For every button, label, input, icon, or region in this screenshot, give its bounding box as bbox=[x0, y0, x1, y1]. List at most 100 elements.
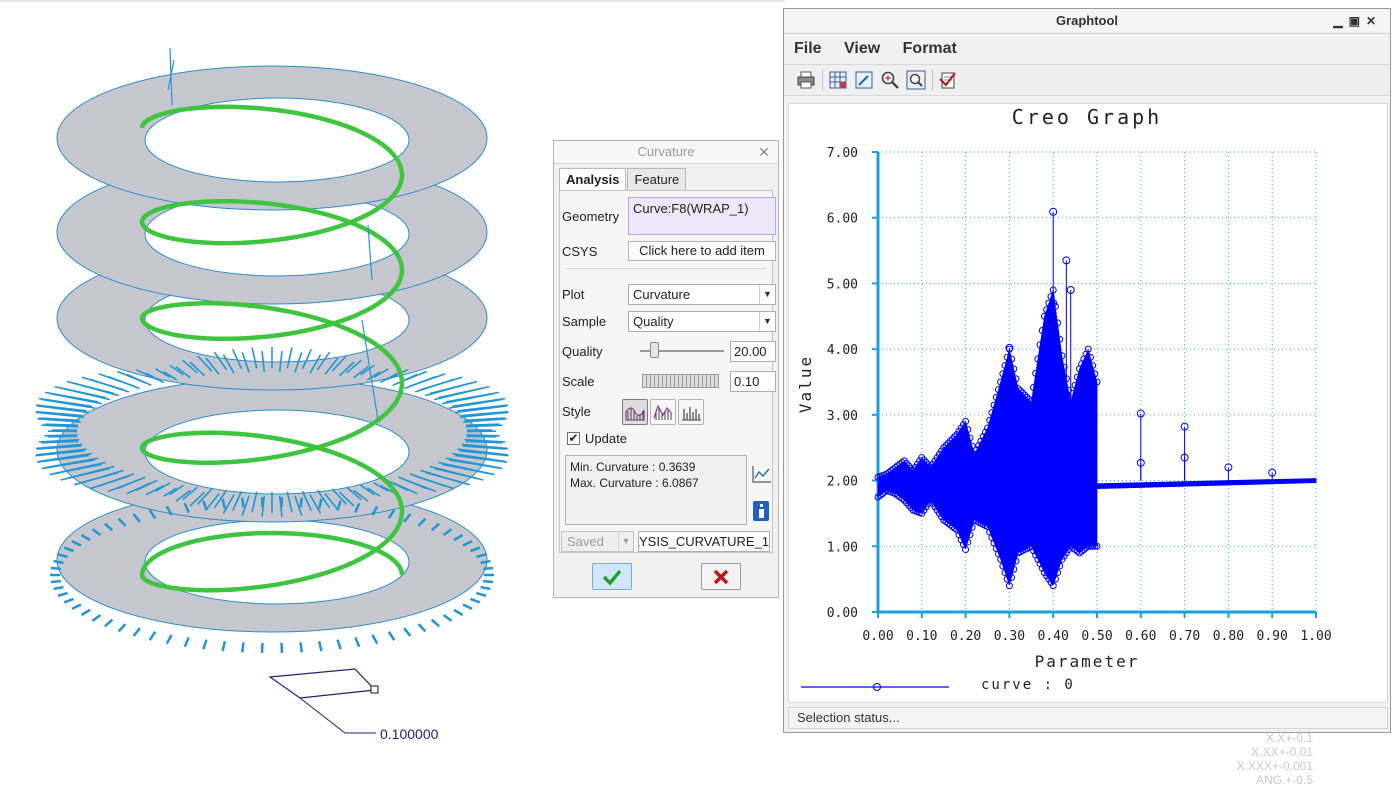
scale-thumbwheel[interactable] bbox=[642, 374, 719, 388]
menubar: File View Format bbox=[784, 34, 1390, 64]
grid-icon[interactable] bbox=[828, 70, 848, 90]
style-label: Style bbox=[562, 404, 591, 419]
curvature-comb-spike bbox=[36, 405, 90, 414]
curvature-dialog: Curvature ✕ Analysis Feature Geometry Cu… bbox=[553, 140, 779, 598]
plot-select-value: Curvature bbox=[633, 287, 691, 302]
tolerance-4: ANG.+-0.5 bbox=[1255, 773, 1313, 787]
tolerance-3: X.XXX+-0.001 bbox=[1236, 759, 1313, 773]
dialog-titlebar[interactable]: Curvature ✕ bbox=[554, 141, 778, 164]
dimension-leader bbox=[299, 697, 376, 734]
quality-input[interactable]: 20.00 bbox=[730, 341, 776, 362]
ok-button[interactable] bbox=[592, 563, 632, 590]
x-tick-label: 0.60 bbox=[1125, 629, 1156, 644]
dialog-tabs: Analysis Feature bbox=[559, 168, 687, 192]
scale-input[interactable]: 0.10 bbox=[730, 371, 776, 392]
y-tick-label: 3.00 bbox=[827, 409, 858, 424]
graph-title: Creo Graph bbox=[1012, 105, 1162, 129]
curvature-comb-spike bbox=[466, 434, 500, 437]
curvature-comb-spike bbox=[470, 597, 481, 604]
curvature-comb-spike bbox=[317, 641, 323, 652]
cancel-button[interactable] bbox=[701, 563, 741, 590]
min-curvature: Min. Curvature : 0.3639 bbox=[570, 460, 696, 474]
print-icon[interactable] bbox=[796, 70, 816, 90]
update-checkbox[interactable]: ✔ bbox=[567, 432, 580, 445]
plot-select[interactable]: Curvature ▼ bbox=[628, 284, 776, 305]
y-tick-label: 1.00 bbox=[827, 540, 858, 555]
export-icon[interactable] bbox=[938, 70, 958, 90]
style-filled-button[interactable] bbox=[622, 399, 648, 425]
curvature-comb-spike bbox=[53, 559, 64, 565]
curvature-comb-spike bbox=[132, 627, 141, 637]
chevron-down-icon[interactable]: ▼ bbox=[759, 312, 775, 331]
curvature-comb-spike bbox=[53, 585, 64, 591]
tab-analysis[interactable]: Analysis bbox=[559, 168, 627, 192]
geometry-label: Geometry bbox=[562, 209, 620, 224]
axis-format-icon[interactable] bbox=[854, 70, 874, 90]
curvature-comb-spike bbox=[240, 497, 245, 508]
zoom-in-icon[interactable] bbox=[880, 70, 900, 90]
curve-series-dense bbox=[877, 289, 1098, 586]
style-outline-button[interactable] bbox=[650, 399, 676, 425]
analysis-panel: Geometry Curve:F8(WRAP_1) CSYS Click her… bbox=[559, 190, 776, 553]
plot-label: Plot bbox=[562, 287, 585, 302]
x-tick-label: 0.10 bbox=[906, 629, 937, 644]
minimize-icon[interactable]: ▁ bbox=[1333, 14, 1348, 28]
results-box: Min. Curvature : 0.3639 Max. Curvature :… bbox=[565, 455, 747, 525]
curvature-comb-spike bbox=[483, 566, 494, 571]
menu-file[interactable]: File bbox=[794, 40, 822, 57]
window-controls: ▁▣✕ bbox=[1333, 9, 1382, 33]
update-label: Update bbox=[585, 431, 627, 446]
menu-format[interactable]: Format bbox=[903, 40, 957, 57]
sample-select[interactable]: Quality ▼ bbox=[628, 311, 776, 332]
saved-select[interactable]: Saved ▼ bbox=[561, 531, 634, 552]
info-icon[interactable] bbox=[752, 500, 770, 525]
curvature-comb-spike bbox=[462, 603, 473, 610]
x-tick-label: 0.20 bbox=[950, 629, 981, 644]
x-tick-label: 1.00 bbox=[1300, 629, 1331, 644]
legend-label: curve : 0 bbox=[981, 677, 1075, 693]
tolerance-2: X.XX+-0.01 bbox=[1251, 745, 1313, 759]
quality-label: Quality bbox=[562, 344, 603, 359]
zoom-fit-icon[interactable] bbox=[906, 70, 926, 90]
curvature-graph[interactable]: Creo Graph 0.00 0.10 0.20 0.30 0.40 0.50 0.60 0.… bbox=[789, 104, 1387, 702]
analysis-name-text: ANALYSIS_CURVATURE_1 bbox=[638, 534, 770, 549]
curvature-comb-spike bbox=[183, 637, 190, 648]
style-bars-button[interactable] bbox=[678, 399, 704, 425]
x-axis-label: Parameter bbox=[1035, 652, 1140, 671]
close-icon[interactable]: ✕ bbox=[1366, 14, 1382, 28]
csys-label: CSYS bbox=[562, 244, 598, 259]
geometry-collector[interactable]: Curve:F8(WRAP_1) bbox=[628, 197, 776, 235]
curvature-comb-spike bbox=[430, 618, 441, 628]
close-icon[interactable]: ✕ bbox=[758, 141, 770, 163]
chevron-down-icon[interactable]: ▼ bbox=[759, 285, 775, 304]
maximize-icon[interactable]: ▣ bbox=[1349, 14, 1366, 28]
csys-collector[interactable]: Click here to add item bbox=[628, 241, 776, 261]
x-tick-label: 0.50 bbox=[1081, 629, 1112, 644]
curvature-comb-spike bbox=[417, 623, 427, 633]
dimension-value[interactable]: 0.100000 bbox=[380, 726, 438, 742]
tab-feature[interactable]: Feature bbox=[627, 168, 687, 190]
curvature-comb-spike bbox=[387, 631, 396, 641]
curvature-comb-spike bbox=[44, 434, 78, 437]
scale-label: Scale bbox=[562, 374, 595, 389]
quality-slider-thumb[interactable] bbox=[650, 342, 659, 358]
analysis-name-input[interactable]: ANALYSIS_CURVATURE_1 bbox=[638, 531, 770, 552]
curvature-comb-spike bbox=[336, 639, 342, 650]
x-tick-label: 0.90 bbox=[1257, 629, 1288, 644]
graphtool-titlebar[interactable]: Graphtool ▁▣✕ bbox=[784, 9, 1390, 34]
menu-view[interactable]: View bbox=[844, 40, 880, 57]
curvature-comb-spike bbox=[71, 603, 82, 610]
graph-icon[interactable] bbox=[752, 465, 772, 486]
curvature-comb-spike bbox=[480, 585, 491, 591]
chevron-down-icon[interactable]: ▼ bbox=[618, 532, 633, 551]
curvature-comb-spike bbox=[453, 608, 464, 617]
dialog-title: Curvature bbox=[637, 144, 695, 159]
curvature-comb-spike bbox=[480, 559, 491, 565]
divider bbox=[566, 268, 766, 269]
graph-area[interactable]: Creo Graph 0.00 0.10 0.20 0.30 0.40 0.50 0.60 0.… bbox=[788, 103, 1388, 703]
x-tick-label: 0.80 bbox=[1213, 629, 1244, 644]
curvature-comb-spike bbox=[466, 423, 500, 426]
checkmark-icon bbox=[602, 569, 622, 586]
curvature-comb-spike bbox=[442, 613, 453, 622]
x-tick-label: 0.70 bbox=[1169, 629, 1200, 644]
